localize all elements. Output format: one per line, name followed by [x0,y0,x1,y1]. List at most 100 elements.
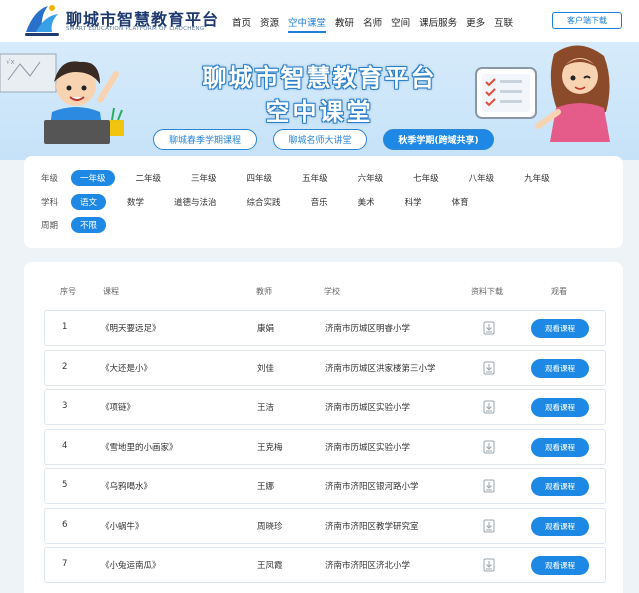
watch-course-button[interactable]: 观看课程 [531,516,589,536]
subject-option[interactable]: 音乐 [302,194,337,210]
row-school: 济南市历城区实验小学 [325,403,411,413]
grade-option[interactable]: 三年级 [182,170,226,186]
subject-option[interactable]: 美术 [349,194,384,210]
header-teacher: 教师 [256,287,272,296]
grade-option[interactable]: 九年级 [515,170,559,186]
tab-spring-courses[interactable]: 聊城春季学期课程 [153,129,257,150]
row-course[interactable]: 《小兔运南瓜》 [101,559,161,571]
row-teacher: 康娟 [257,324,275,334]
grade-option[interactable]: 四年级 [238,170,282,186]
row-no: 1 [62,322,68,332]
table-row: 1 《明天要远足》 康娟 济南市历城区明睿小学 观看课程 [44,310,606,346]
row-course[interactable]: 《乌鸦喝水》 [101,480,152,492]
subject-option[interactable]: 道德与法治 [165,194,226,210]
nav-item[interactable]: 课后服务 [419,15,457,33]
download-icon[interactable] [483,479,495,493]
row-teacher: 周晓珍 [257,521,283,532]
row-teacher: 王娜 [257,482,275,492]
grade-option[interactable]: 八年级 [460,170,504,186]
watch-course-button[interactable]: 观看课程 [531,477,589,496]
subject-option[interactable]: 体育 [443,194,478,210]
week-filter-label: 周期 [41,221,59,231]
download-icon[interactable] [483,400,495,414]
platform-logo-icon[interactable] [22,2,62,38]
grade-option[interactable]: 六年级 [349,170,393,186]
brand-subtitle: SMART EDUCATION PLATFORM OF LIAOCHENG [66,26,205,32]
nav-item[interactable]: 名师 [363,15,382,33]
nav-item[interactable]: 教研 [335,15,354,33]
nav-item[interactable]: 空间 [391,15,410,33]
week-filter: 周期 不限 [41,217,118,233]
subject-option[interactable]: 语文 [71,194,107,210]
table-row: 5 《乌鸦喝水》 王娜 济南市济阳区银河路小学 观看课程 [44,468,606,504]
table-row: 2 《大还是小》 刘佳 济南市历城区洪家楼第三小学 观看课程 [44,349,606,386]
top-header: 聊城市智慧教育平台 SMART EDUCATION PLATFORM OF LI… [0,0,639,42]
subject-option[interactable]: 综合实践 [238,194,290,210]
header-watch: 观看 [551,287,567,296]
tab-autumn-shared[interactable]: 秋季学期(跨域共享) [383,129,494,150]
row-no: 6 [62,519,68,530]
subject-filter: 学科 语文 数学 道德与法治 综合实践 音乐 美术 科学 体育 [41,194,490,210]
row-teacher: 刘佳 [257,363,275,374]
nav-item[interactable]: 互联 [494,15,513,33]
table-row: 3 《项链》 王洁 济南市历城区实验小学 观看课程 [44,389,606,425]
banner-subtitle: 空中课堂 [265,98,374,126]
week-option[interactable]: 不限 [71,217,107,233]
row-no: 4 [62,440,68,451]
header-school: 学校 [324,287,340,296]
client-download-button[interactable]: 客户端下载 [552,12,622,29]
header-download: 资料下载 [471,287,503,296]
row-school: 济南市济阳区银河路小学 [325,482,419,492]
row-teacher: 王克梅 [257,442,283,453]
grade-filter: 年级 一年级 二年级 三年级 四年级 五年级 六年级 七年级 八年级 九年级 [41,170,571,186]
watch-course-button[interactable]: 观看课程 [531,556,589,575]
row-school: 济南市历城区明睿小学 [325,324,411,334]
course-table: 序号 课程 教师 学校 资料下载 观看 1 《明天要远足》 康娟 济南市历城区明睿小学… [24,262,623,593]
row-course[interactable]: 《大还是小》 [101,362,152,374]
row-school: 济南市济阳区教学研究室 [325,521,419,532]
table-header: 序号 课程 教师 学校 资料下载 观看 [44,286,604,300]
row-teacher: 王洁 [257,403,275,413]
row-no: 2 [62,361,68,372]
row-school: 济南市济阳区济北小学 [325,561,411,571]
row-course[interactable]: 《小蜗牛》 [101,520,144,532]
nav-item[interactable]: 首页 [232,15,251,33]
banner: √x 聊城市智慧教育平台 空中课堂 聊城春季学期课程 聊城名师大讲堂 秋季学期(… [0,42,639,160]
header-course: 课程 [103,287,119,296]
grade-option[interactable]: 一年级 [71,170,115,186]
subject-option[interactable]: 科学 [396,194,431,210]
watch-course-button[interactable]: 观看课程 [531,437,589,457]
nav-item[interactable]: 资源 [260,15,279,33]
subject-filter-label: 学科 [41,198,59,208]
nav-item[interactable]: 更多 [466,15,485,33]
download-icon[interactable] [483,321,495,335]
table-row: 4 《雪地里的小画家》 王克梅 济南市历城区实验小学 观看课程 [44,428,606,465]
banner-tabs: 聊城春季学期课程 聊城名师大讲堂 秋季学期(跨域共享) [153,129,510,150]
row-no: 7 [62,559,68,569]
watch-course-button[interactable]: 观看课程 [531,358,589,378]
grade-option[interactable]: 七年级 [404,170,448,186]
row-no: 5 [62,480,68,490]
grade-option[interactable]: 五年级 [293,170,337,186]
tab-famous-teachers[interactable]: 聊城名师大讲堂 [273,129,367,150]
row-no: 3 [62,401,68,411]
download-icon[interactable] [483,558,495,572]
watch-course-button[interactable]: 观看课程 [531,319,589,338]
subject-option[interactable]: 数学 [118,194,153,210]
row-course[interactable]: 《雪地里的小画家》 [101,441,178,453]
table-row: 7 《小兔运南瓜》 王凤霞 济南市济阳区济北小学 观看课程 [44,547,606,583]
grade-option[interactable]: 二年级 [127,170,171,186]
download-icon[interactable] [483,440,495,454]
row-course[interactable]: 《项链》 [101,401,135,413]
row-course[interactable]: 《明天要远足》 [101,322,161,334]
download-icon[interactable] [483,519,495,533]
row-school: 济南市历城区实验小学 [325,442,411,453]
main-nav: 首页 资源 空中课堂 教研 名师 空间 课后服务 更多 互联 [232,15,522,33]
watch-course-button[interactable]: 观看课程 [531,398,589,417]
table-row: 6 《小蜗牛》 周晓珍 济南市济阳区教学研究室 观看课程 [44,507,606,544]
download-icon[interactable] [483,361,495,375]
row-teacher: 王凤霞 [257,561,283,571]
grade-filter-label: 年级 [41,174,59,184]
row-school: 济南市历城区洪家楼第三小学 [325,363,436,374]
nav-item[interactable]: 空中课堂 [288,15,327,33]
